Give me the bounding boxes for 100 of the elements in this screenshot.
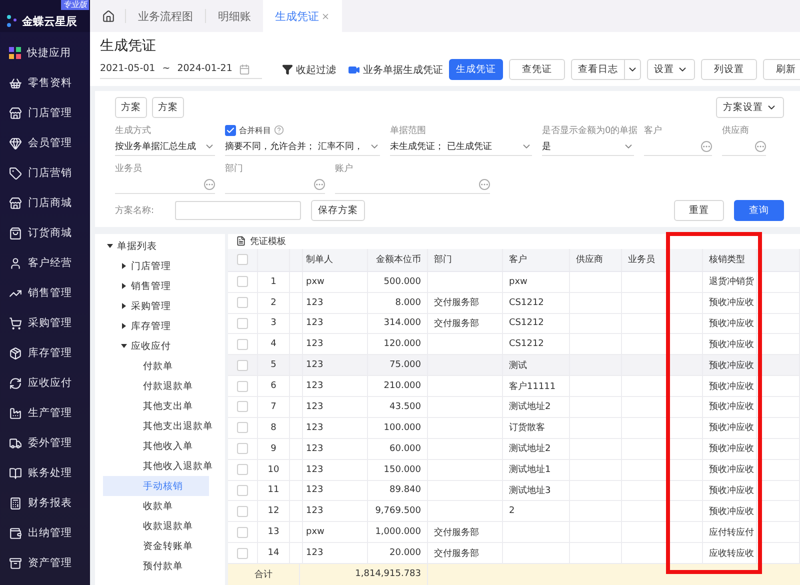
tree-item[interactable]: 门店管理	[103, 256, 209, 276]
save-scheme-button[interactable]: 保存方案	[311, 200, 365, 221]
sidebar-item[interactable]: 财务报表	[0, 488, 90, 518]
dropdown-toggle-button[interactable]	[625, 59, 641, 80]
sidebar-item[interactable]: 库存管理	[0, 338, 90, 368]
sidebar-item[interactable]: 委外管理	[0, 428, 90, 458]
table-row[interactable]: 10 123 150.000 测试地址1 预收冲应收	[228, 460, 800, 481]
expand-caret-icon[interactable]	[121, 283, 127, 289]
row-checkbox[interactable]	[237, 401, 248, 412]
column-header[interactable]: 供应商	[570, 248, 622, 271]
row-checkbox[interactable]	[237, 380, 248, 392]
table-row[interactable]: 3 123 314.000 交付服务部 CS1212 预收冲应收	[228, 314, 800, 334]
tree-item[interactable]: 付款单	[103, 356, 209, 376]
scheme-button[interactable]: 方案	[115, 97, 147, 118]
table-row[interactable]: 13 pxw 1,000.000 交付服务部 应付转应付	[228, 522, 800, 544]
toolbar-button[interactable]: 查看日志	[571, 59, 625, 80]
select-field[interactable]: 未生成凭证； 已生成凭证	[390, 138, 532, 156]
tree-item[interactable]: 销售管理	[103, 276, 209, 296]
sidebar-item[interactable]: 门店商城	[0, 188, 90, 218]
tree-item[interactable]: 应收应付	[103, 336, 209, 356]
table-row[interactable]: 6 123 210.000 客户11111 预收冲应收	[228, 376, 800, 398]
column-header[interactable]: 客户	[503, 248, 570, 271]
sidebar-item[interactable]: 出纳管理	[0, 518, 90, 548]
tree-item[interactable]: 资金转账单	[103, 536, 209, 556]
row-checkbox[interactable]	[237, 276, 248, 288]
tab[interactable]: 生成凭证	[263, 0, 342, 32]
checkbox[interactable]	[225, 124, 236, 136]
row-checkbox[interactable]	[237, 464, 248, 476]
row-checkbox[interactable]	[237, 506, 248, 517]
table-row[interactable]: 12 123 9,769.500 2 预收冲应收	[228, 501, 800, 522]
sidebar-item[interactable]: 销售管理	[0, 278, 90, 308]
reset-button[interactable]: 重置	[674, 200, 724, 221]
sidebar-item[interactable]: 门店管理	[0, 98, 90, 128]
row-checkbox[interactable]	[237, 360, 248, 371]
sidebar-item[interactable]: 客户经营	[0, 248, 90, 278]
toolbar-button[interactable]: 刷新	[763, 59, 800, 80]
table-row[interactable]: 2 123 8.000 交付服务部 CS1212 预收冲应收	[228, 292, 800, 314]
date-range-field[interactable]: 2021-05-01 ~ 2024-01-21	[100, 60, 262, 79]
table-row[interactable]: 5 123 75.000 测试 预收冲应收	[228, 355, 800, 376]
column-header[interactable]: 金额本位币	[368, 248, 428, 271]
column-header[interactable]: 部门	[428, 248, 503, 271]
scheme-name-input[interactable]	[175, 201, 301, 220]
sidebar-item[interactable]: 应收应付	[0, 368, 90, 398]
row-checkbox[interactable]	[237, 318, 248, 329]
help-icon[interactable]	[274, 125, 284, 135]
tree-root-item[interactable]: 单据列表	[103, 236, 209, 256]
table-row[interactable]: 14 123 20.000 交付服务部 应收转应收	[228, 543, 800, 564]
table-row[interactable]: 8 123 100.000 订货散客 预收冲应收	[228, 418, 800, 439]
query-button[interactable]: 查询	[734, 200, 784, 221]
collapse-caret-icon[interactable]	[121, 343, 127, 349]
tree-item[interactable]: 采购管理	[103, 296, 209, 316]
column-header[interactable]: 核销类型	[703, 248, 757, 271]
table-row[interactable]: 1 pxw 500.000 pxw 退货冲销货	[228, 272, 800, 293]
row-checkbox[interactable]	[237, 484, 248, 496]
select-field[interactable]: 是	[542, 138, 634, 156]
sidebar-item[interactable]: 门店营销	[0, 158, 90, 188]
sidebar-item[interactable]: 采购管理	[0, 308, 90, 338]
primary-button[interactable]: 生成凭证	[449, 59, 503, 80]
row-checkbox[interactable]	[237, 422, 248, 434]
table-row[interactable]: 7 123 43.500 测试地址2 预收冲应收	[228, 397, 800, 418]
toolbar-button[interactable]: 列设置	[701, 59, 757, 80]
row-checkbox[interactable]	[237, 297, 248, 308]
tree-item[interactable]: 其他支出单	[103, 396, 209, 416]
collapse-caret-icon[interactable]	[107, 243, 113, 249]
scheme-settings-button[interactable]: 方案设置	[716, 97, 784, 118]
dropdown-button[interactable]: 设置	[647, 59, 695, 80]
sidebar-item[interactable]: 资产管理	[0, 548, 90, 578]
close-icon[interactable]	[321, 12, 330, 20]
home-icon[interactable]	[102, 10, 115, 22]
scheme-button[interactable]: 方案	[152, 97, 184, 118]
select-field[interactable]: 摘要不同，允许合并； 汇率不同，	[225, 138, 380, 156]
sidebar-item[interactable]: 会员管理	[0, 128, 90, 158]
sidebar-item[interactable]: 账务处理	[0, 458, 90, 488]
sidebar-item[interactable]: 零售资料	[0, 68, 90, 98]
row-checkbox[interactable]	[237, 548, 248, 559]
table-row[interactable]: 11 123 89.840 测试地址3 预收冲应收	[228, 480, 800, 502]
table-row[interactable]: 4 123 120.000 CS1212 预收冲应收	[228, 334, 800, 356]
column-header[interactable]: 业务员	[622, 248, 668, 271]
collapse-filter-link[interactable]: 收起过滤	[282, 62, 336, 76]
expand-caret-icon[interactable]	[121, 303, 127, 309]
tree-item[interactable]: 预付款单	[103, 556, 209, 576]
select-field[interactable]: 按业务单据汇总生成	[115, 138, 215, 156]
tree-item[interactable]: 收款单	[103, 496, 209, 516]
tree-item[interactable]: 收款退款单	[103, 516, 209, 536]
video-link[interactable]: 业务单据生成凭证	[348, 62, 443, 76]
tab[interactable]: 业务流程图	[125, 9, 205, 23]
sidebar-item[interactable]: 订货商城	[0, 218, 90, 248]
column-header[interactable]: 制单人	[300, 248, 368, 271]
toolbar-button[interactable]: 查凭证	[509, 59, 565, 80]
tree-item[interactable]: 其他收入单	[103, 436, 209, 456]
table-row[interactable]: 9 123 60.000 测试地址2 预收冲应收	[228, 438, 800, 460]
row-checkbox[interactable]	[237, 526, 248, 538]
row-checkbox[interactable]	[237, 443, 248, 454]
select-all-checkbox[interactable]	[237, 254, 248, 266]
tree-item[interactable]: 付款退款单	[103, 376, 209, 396]
sidebar-item[interactable]: 快捷应用	[0, 38, 90, 68]
row-checkbox[interactable]	[237, 338, 248, 350]
sidebar-item[interactable]: 生产管理	[0, 398, 90, 428]
tree-item[interactable]: 库存管理	[103, 316, 209, 336]
expand-caret-icon[interactable]	[121, 263, 127, 269]
